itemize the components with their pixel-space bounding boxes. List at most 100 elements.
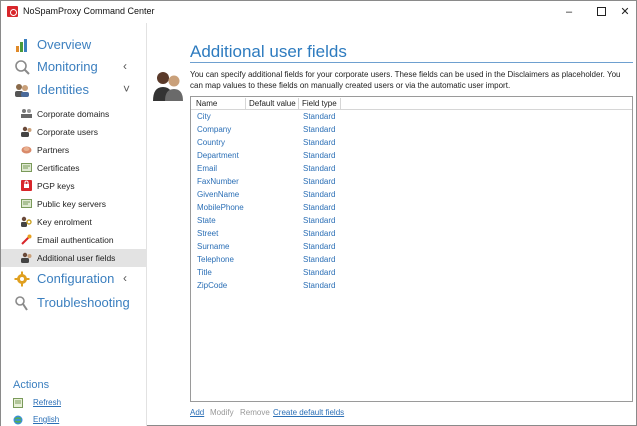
table-row[interactable]: Telephone Standard <box>191 254 632 266</box>
table-row[interactable]: ZipCode Standard <box>191 280 632 292</box>
nav-item-monitoring[interactable]: Monitoring ‹ <box>1 56 147 78</box>
minimize-button[interactable]: – <box>555 3 583 21</box>
sidebar-item-corporate-domains[interactable]: Corporate domains <box>1 105 147 123</box>
sidebar-item-public-key-servers[interactable]: Public key servers <box>1 195 147 213</box>
table-row[interactable]: MobilePhone Standard <box>191 202 632 214</box>
nospamproxy-logo-icon <box>7 6 18 17</box>
sidebar-item-key-enrolment[interactable]: Key enrolment <box>1 213 147 231</box>
sidebar-item-label: Partners <box>37 145 70 155</box>
sidebar-item-pgp-keys[interactable]: PGP keys <box>1 177 147 195</box>
sidebar-item-certificates[interactable]: Certificates <box>1 159 147 177</box>
troubleshooting-icon <box>15 296 28 311</box>
cell-name: ZipCode <box>197 281 228 290</box>
chevron-down-icon: ˅ <box>123 82 131 96</box>
cell-field-type: Standard <box>303 216 336 225</box>
corporate-users-icon <box>21 126 32 137</box>
cell-name: Telephone <box>197 255 234 264</box>
table-row[interactable]: Company Standard <box>191 124 632 136</box>
nav-item-overview[interactable]: Overview <box>1 34 147 56</box>
overview-icon <box>16 39 27 52</box>
certificates-icon <box>21 163 32 172</box>
sidebar-item-partners[interactable]: Partners <box>1 141 147 159</box>
page-description: You can specify additional fields for yo… <box>190 70 621 90</box>
table-row[interactable]: Country Standard <box>191 137 632 149</box>
sidebar-item-label: Corporate domains <box>37 109 110 119</box>
cell-name: State <box>197 216 216 225</box>
monitoring-icon <box>15 60 30 75</box>
nav-item-identities[interactable]: Identities ˅ <box>1 79 147 101</box>
identities-icon <box>15 84 29 97</box>
table-row[interactable]: Street Standard <box>191 228 632 240</box>
cell-field-type: Standard <box>303 177 336 186</box>
maximize-icon <box>596 6 606 16</box>
refresh-link[interactable]: Refresh <box>33 398 61 407</box>
cell-field-type: Standard <box>303 164 336 173</box>
cell-field-type: Standard <box>303 203 336 212</box>
table-header: Name Default value Field type <box>191 97 632 110</box>
cell-name: GivenName <box>197 190 240 199</box>
add-link[interactable]: Add <box>190 408 204 417</box>
sidebar-item-corporate-users[interactable]: Corporate users <box>1 123 147 141</box>
nav-item-label: Identities <box>37 82 90 97</box>
cell-field-type: Standard <box>303 138 336 147</box>
cell-name: FaxNumber <box>197 177 239 186</box>
cell-field-type: Standard <box>303 255 336 264</box>
title-bar[interactable]: NoSpamProxy Command Center – ✕ <box>1 1 636 23</box>
table-row[interactable]: City Standard <box>191 111 632 123</box>
sidebar-item-email-authentication[interactable]: Email authentication <box>1 231 147 249</box>
page-title: Additional user fields <box>190 42 347 61</box>
nav-item-label: Overview <box>37 37 92 52</box>
sidebar-item-label: Corporate users <box>37 127 98 137</box>
create-default-fields-link[interactable]: Create default fields <box>273 408 344 417</box>
pgp-keys-icon <box>21 180 32 191</box>
cell-field-type: Standard <box>303 281 336 290</box>
sidebar-item-label: PGP keys <box>37 181 75 191</box>
user-fields-table: Name Default value Field type City Stand… <box>190 96 633 402</box>
close-button[interactable]: ✕ <box>611 3 637 21</box>
cell-name: Email <box>197 164 218 173</box>
corporate-domains-icon <box>21 109 32 118</box>
key-enrolment-icon <box>21 216 32 227</box>
table-row[interactable]: Surname Standard <box>191 241 632 253</box>
column-header-name[interactable]: Name <box>193 98 246 109</box>
language-action[interactable]: English <box>13 414 133 426</box>
language-link[interactable]: English <box>33 415 59 424</box>
table-row[interactable]: Department Standard <box>191 150 632 162</box>
cell-name: Company <box>197 125 232 134</box>
actions-heading: Actions <box>13 379 50 391</box>
cell-field-type: Standard <box>303 112 336 121</box>
nav-item-label: Troubleshooting <box>37 295 130 310</box>
email-authentication-icon <box>21 234 32 245</box>
cell-name: Department <box>197 151 239 160</box>
column-header-default-value[interactable]: Default value <box>246 98 299 109</box>
refresh-icon <box>13 398 23 408</box>
sidebar: Overview Monitoring ‹ Identities ˅ Corpo… <box>1 23 147 426</box>
cell-field-type: Standard <box>303 151 336 160</box>
sidebar-item-label: Additional user fields <box>37 253 116 263</box>
refresh-action[interactable]: Refresh <box>13 397 133 411</box>
configuration-icon <box>14 271 30 287</box>
cell-name: Country <box>197 138 226 147</box>
nav-item-label: Configuration <box>37 271 115 286</box>
sidebar-item-additional-user-fields[interactable]: Additional user fields <box>1 249 147 267</box>
window-title: NoSpamProxy Command Center <box>23 6 155 16</box>
users-header-icon <box>153 72 183 101</box>
additional-user-fields-icon <box>21 252 32 263</box>
modify-link[interactable]: Modify <box>210 408 234 417</box>
title-divider <box>190 62 633 63</box>
table-row[interactable]: Email Standard <box>191 163 632 175</box>
cell-field-type: Standard <box>303 190 336 199</box>
nav-item-troubleshooting[interactable]: Troubleshooting <box>1 292 147 314</box>
sidebar-item-label: Certificates <box>37 163 80 173</box>
nav-item-configuration[interactable]: Configuration ‹ <box>1 268 147 290</box>
language-globe-icon <box>13 415 23 425</box>
sidebar-item-label: Key enrolment <box>37 217 92 227</box>
table-row[interactable]: GivenName Standard <box>191 189 632 201</box>
public-key-servers-icon <box>21 199 32 208</box>
app-window: NoSpamProxy Command Center – ✕ Overview … <box>0 0 637 426</box>
table-row[interactable]: State Standard <box>191 215 632 227</box>
column-header-field-type[interactable]: Field type <box>299 98 341 109</box>
table-row[interactable]: FaxNumber Standard <box>191 176 632 188</box>
table-row[interactable]: Title Standard <box>191 267 632 279</box>
remove-link[interactable]: Remove <box>240 408 270 417</box>
